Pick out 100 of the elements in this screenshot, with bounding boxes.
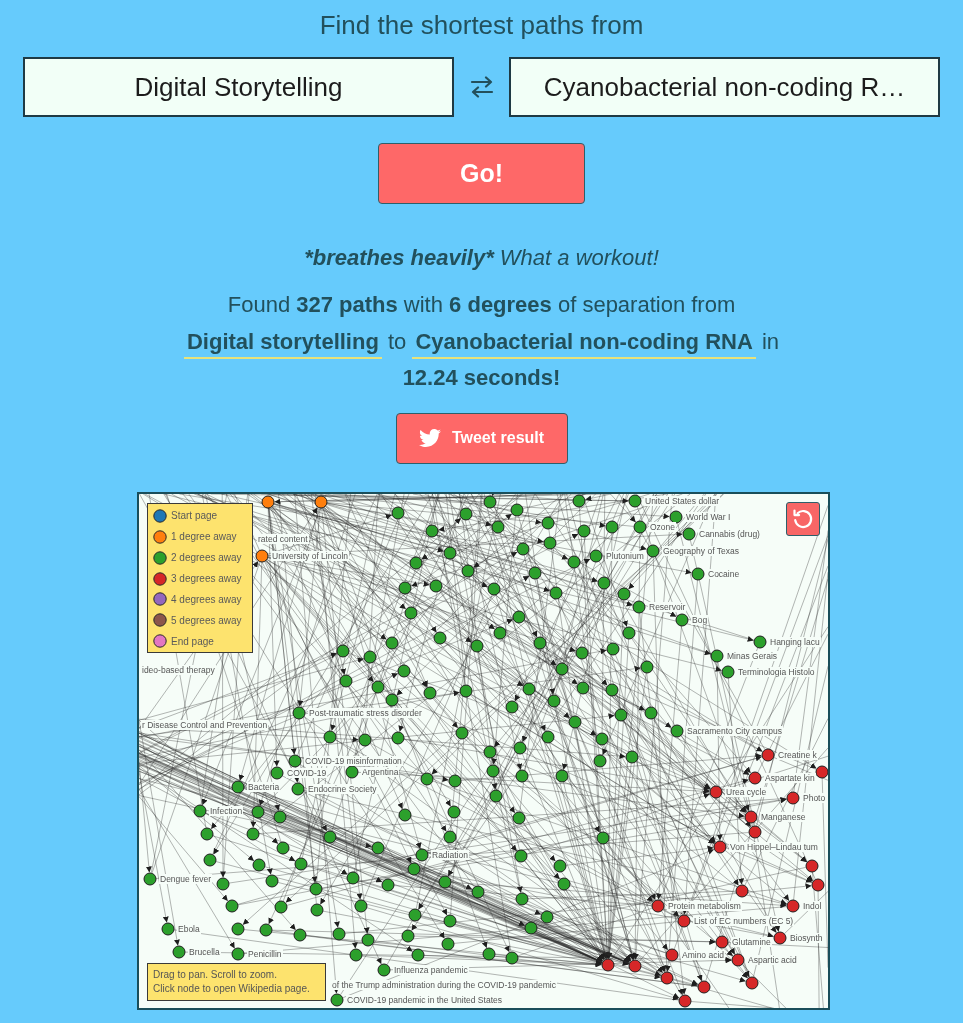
graph-node[interactable] <box>596 831 610 844</box>
graph-node[interactable] <box>203 853 217 866</box>
graph-node[interactable] <box>398 808 412 821</box>
graph-node[interactable] <box>314 495 328 508</box>
graph-node[interactable] <box>216 877 230 890</box>
graph-node[interactable] <box>443 830 457 843</box>
graph-node[interactable] <box>231 947 245 960</box>
graph-node[interactable] <box>441 937 455 950</box>
graph-node[interactable] <box>669 510 683 523</box>
graph-node[interactable] <box>471 885 485 898</box>
graph-node[interactable] <box>423 686 437 699</box>
graph-node[interactable] <box>200 827 214 840</box>
graph-node[interactable] <box>514 849 528 862</box>
article-link[interactable]: Cyanobacterial non-coding RNA <box>412 328 756 359</box>
graph-node[interactable] <box>670 724 684 737</box>
graph-node[interactable] <box>651 899 665 912</box>
graph-node[interactable] <box>505 700 519 713</box>
graph-node[interactable] <box>748 825 762 838</box>
graph-node[interactable] <box>385 693 399 706</box>
graph-node[interactable] <box>231 922 245 935</box>
graph-node[interactable] <box>330 993 344 1006</box>
graph-node[interactable] <box>273 810 287 823</box>
tweet-button[interactable]: Tweet result <box>395 412 568 464</box>
graph-node[interactable] <box>332 927 346 940</box>
graph-node[interactable] <box>515 769 529 782</box>
graph-node[interactable] <box>385 636 399 649</box>
graph-node[interactable] <box>622 626 636 639</box>
graph-node[interactable] <box>363 650 377 663</box>
graph-node[interactable] <box>773 931 787 944</box>
graph-node[interactable] <box>811 878 825 891</box>
graph-node[interactable] <box>646 544 660 557</box>
graph-node[interactable] <box>143 872 157 885</box>
graph-node[interactable] <box>309 882 323 895</box>
graph-node[interactable] <box>225 899 239 912</box>
graph-node[interactable] <box>455 726 469 739</box>
graph-node[interactable] <box>597 576 611 589</box>
graph-node[interactable] <box>682 527 696 540</box>
graph-node[interactable] <box>346 871 360 884</box>
graph-node[interactable] <box>294 857 308 870</box>
graph-node[interactable] <box>744 810 758 823</box>
graph-node[interactable] <box>408 908 422 921</box>
graph-canvas[interactable] <box>137 491 830 1010</box>
graph-node[interactable] <box>745 976 759 989</box>
graph-node[interactable] <box>354 899 368 912</box>
graph-node[interactable] <box>735 884 749 897</box>
graph-node[interactable] <box>358 733 372 746</box>
graph-node[interactable] <box>274 900 288 913</box>
graph-node[interactable] <box>255 549 269 562</box>
graph-node[interactable] <box>438 875 452 888</box>
graph-node[interactable] <box>443 914 457 927</box>
graph-node[interactable] <box>310 903 324 916</box>
graph-node[interactable] <box>628 494 642 507</box>
graph-node[interactable] <box>505 951 519 964</box>
graph-node[interactable] <box>323 730 337 743</box>
graph-node[interactable] <box>231 780 245 793</box>
graph-node[interactable] <box>349 948 363 961</box>
graph-node[interactable] <box>753 635 767 648</box>
graph-node[interactable] <box>748 771 762 784</box>
graph-node[interactable] <box>512 610 526 623</box>
graph-node[interactable] <box>815 765 828 778</box>
graph-node[interactable] <box>522 682 536 695</box>
graph-node[interactable] <box>425 524 439 537</box>
graph-node[interactable] <box>420 772 434 785</box>
graph-node[interactable] <box>541 730 555 743</box>
graph-node[interactable] <box>605 520 619 533</box>
graph-node[interactable] <box>491 520 505 533</box>
graph-node[interactable] <box>557 877 571 890</box>
graph-node[interactable] <box>761 748 775 761</box>
graph-node[interactable] <box>786 791 800 804</box>
source-field[interactable]: Digital Storytelling <box>23 57 454 117</box>
graph-node[interactable] <box>540 910 554 923</box>
graph-node[interactable] <box>345 765 359 778</box>
graph-node[interactable] <box>510 503 524 516</box>
graph-node[interactable] <box>675 613 689 626</box>
graph-node[interactable] <box>697 980 711 993</box>
graph-node[interactable] <box>606 642 620 655</box>
graph-node[interactable] <box>549 586 563 599</box>
graph-node[interactable] <box>371 841 385 854</box>
graph-node[interactable] <box>448 774 462 787</box>
graph-node[interactable] <box>493 626 507 639</box>
graph-node[interactable] <box>336 644 350 657</box>
graph-node[interactable] <box>276 841 290 854</box>
graph-node[interactable] <box>572 494 586 507</box>
graph-node[interactable] <box>401 929 415 942</box>
graph-node[interactable] <box>553 859 567 872</box>
reset-button[interactable] <box>786 501 820 536</box>
graph-node[interactable] <box>252 858 266 871</box>
graph-node[interactable] <box>547 694 561 707</box>
graph-node[interactable] <box>293 928 307 941</box>
graph-node[interactable] <box>292 706 306 719</box>
graph-node[interactable] <box>576 681 590 694</box>
graph-node[interactable] <box>678 994 692 1007</box>
graph-node[interactable] <box>339 674 353 687</box>
graph-node[interactable] <box>715 935 729 948</box>
graph-node[interactable] <box>411 948 425 961</box>
graph-node[interactable] <box>528 566 542 579</box>
graph-node[interactable] <box>633 520 647 533</box>
graph-node[interactable] <box>632 600 646 613</box>
graph-node[interactable] <box>786 899 800 912</box>
graph-node[interactable] <box>710 649 724 662</box>
